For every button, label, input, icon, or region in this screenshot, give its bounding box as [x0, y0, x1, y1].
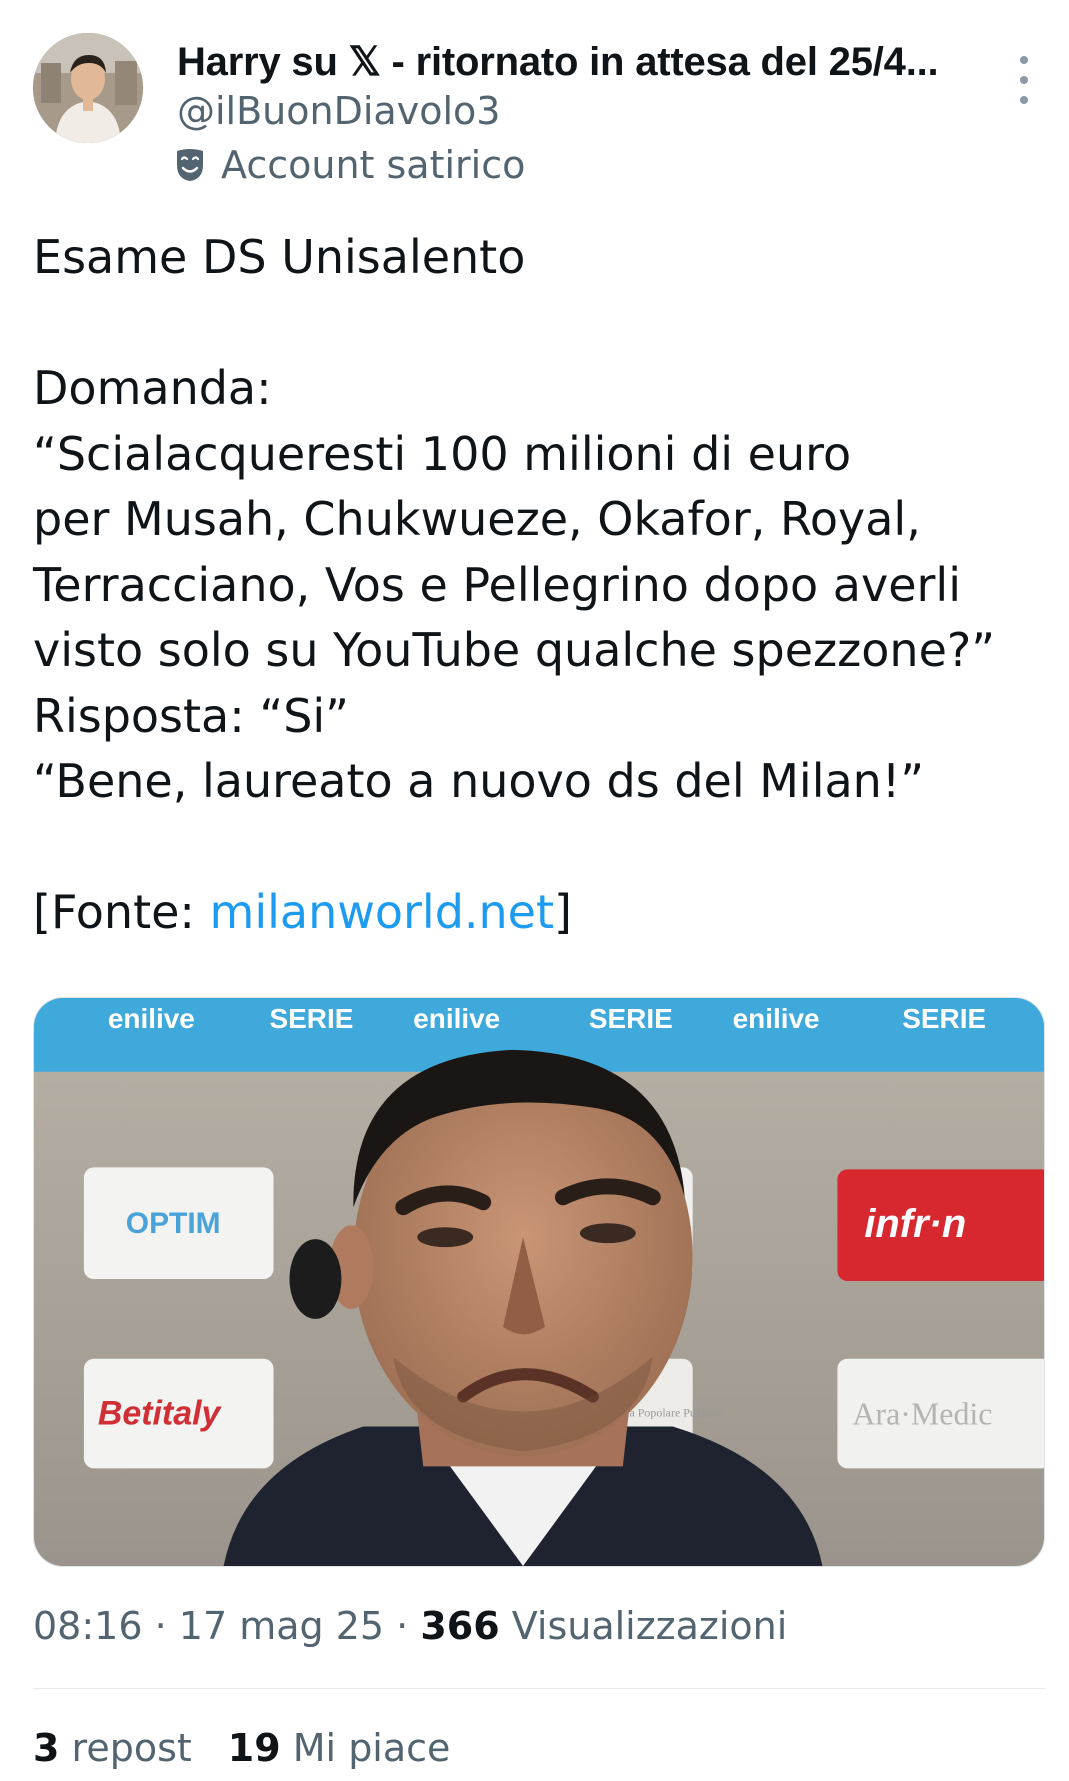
source-suffix: ] — [554, 885, 572, 939]
likes-label: Mi piace — [292, 1726, 451, 1770]
avatar[interactable] — [33, 33, 143, 143]
board-text: Betitaly — [98, 1395, 223, 1433]
tweet-date[interactable]: 17 mag 25 — [179, 1604, 384, 1648]
likes-count: 19 — [227, 1726, 281, 1770]
banner-text: enilive — [733, 1003, 820, 1034]
tweet-media-image[interactable]: enilive SERIE enilive SERIE enilive SERI… — [33, 997, 1045, 1567]
tweet-line: Esame DS Unisalento — [33, 230, 526, 284]
tweet-line: visto solo su YouTube qualche spezzone?” — [33, 623, 996, 677]
account-label[interactable]: Account satirico — [175, 142, 525, 188]
board-text: Ara·Medic — [852, 1397, 992, 1432]
avatar-photo — [33, 33, 143, 143]
reposts-label: repost — [71, 1726, 192, 1770]
banner-text: SERIE — [589, 1003, 673, 1034]
more-options-icon — [1020, 56, 1028, 64]
board-text: OPTIM — [126, 1207, 221, 1240]
author-handle[interactable]: @ilBuonDiavolo3 — [177, 88, 500, 134]
tweet-line: Risposta: “Si” — [33, 688, 350, 743]
source-line: [Fonte: milanworld.net] — [33, 880, 1033, 946]
views-label: Visualizzazioni — [511, 1604, 788, 1648]
likes-stat[interactable]: 19 Mi piace — [228, 1725, 451, 1771]
views-count: 366 — [420, 1604, 500, 1648]
tweet-line: “Bene, laureato a nuovo ds del Milan!” — [33, 754, 925, 808]
source-prefix: [Fonte: — [33, 885, 210, 939]
tweet: Harry su 𝕏 - ritornato in attesa del 25/… — [0, 0, 1069, 1781]
tweet-stats: 3 repost 19 Mi piace — [33, 1725, 450, 1771]
author-display-name[interactable]: Harry su 𝕏 - ritornato in attesa del 25/… — [177, 38, 939, 86]
tweet-line: Domanda: — [33, 361, 272, 415]
reposts-stat[interactable]: 3 repost — [33, 1725, 192, 1771]
theater-mask-icon — [177, 149, 203, 181]
tweet-meta: 08:16 · 17 mag 25 · 366 Visualizzazioni — [33, 1603, 787, 1649]
divider — [33, 1688, 1045, 1689]
tweet-time[interactable]: 08:16 — [33, 1604, 143, 1648]
tweet-line: per Musah, Chukwueze, Okafor, Royal, — [33, 492, 921, 546]
reposts-count: 3 — [33, 1726, 60, 1770]
more-options-dot — [1020, 96, 1028, 104]
board-text: infr·n — [864, 1202, 966, 1246]
banner-text: SERIE — [902, 1003, 986, 1034]
meta-separator: · — [384, 1604, 421, 1648]
account-label-text: Account satirico — [221, 143, 526, 187]
banner-text: enilive — [413, 1003, 500, 1034]
tweet-line: “Scialacqueresti 100 milioni di euro — [33, 426, 852, 481]
tweet-text: Esame DS Unisalento Domanda: “Scialacque… — [33, 225, 1033, 946]
meta-separator: · — [142, 1604, 179, 1648]
tweet-line: Terracciano, Vos e Pellegrino dopo averl… — [33, 557, 961, 612]
source-link[interactable]: milanworld.net — [210, 885, 554, 939]
banner-text: SERIE — [270, 1003, 354, 1034]
more-options-dot — [1020, 76, 1028, 84]
media-photo: enilive SERIE enilive SERIE enilive SERI… — [34, 998, 1044, 1566]
more-options-button[interactable] — [1010, 56, 1038, 104]
banner-text: enilive — [108, 1003, 195, 1034]
